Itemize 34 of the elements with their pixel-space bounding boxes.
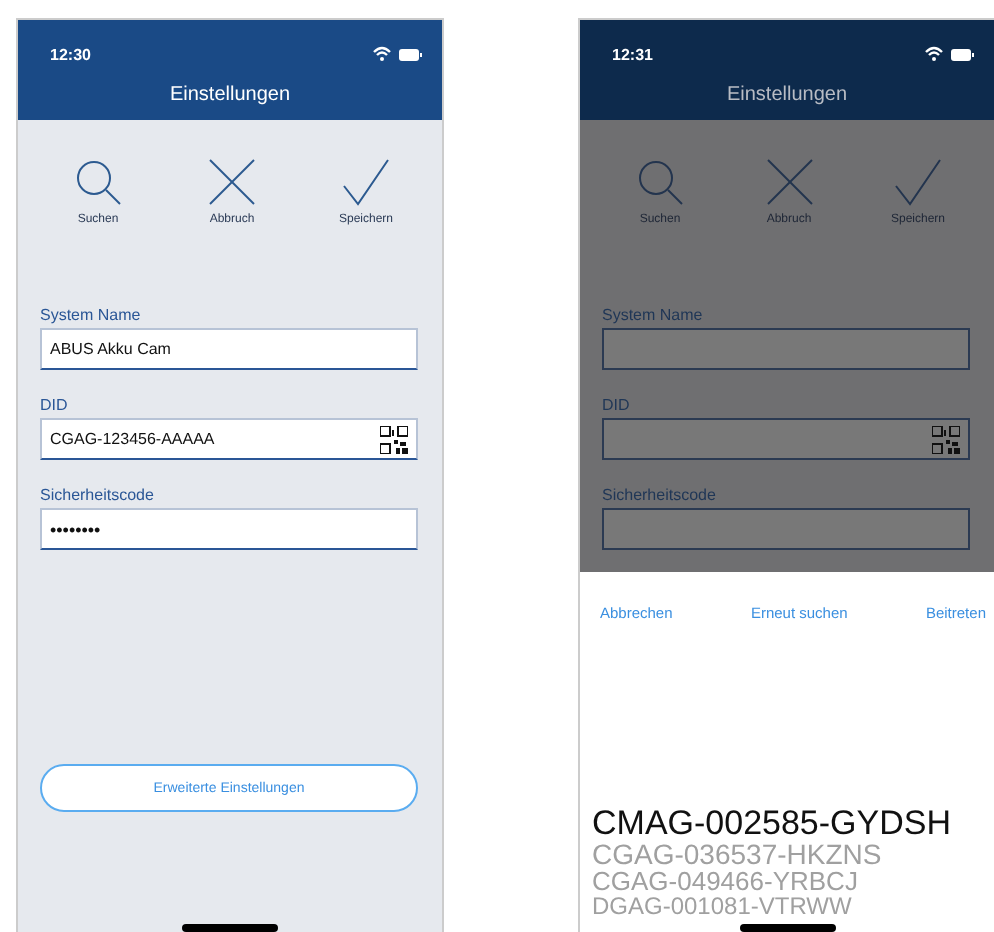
field-label: System Name [602,306,705,324]
battery-icon [950,47,974,61]
picker-item[interactable]: CMAG-002585-GYDSH [592,806,952,840]
search-icon [636,158,684,206]
close-icon [765,158,813,206]
field-label: DID [40,396,70,414]
checkmark-icon [342,158,390,206]
text-field[interactable] [602,418,970,460]
picker-item[interactable]: CGAG-049466-YRBCJ [592,868,858,894]
field-label: Sicherheitscode [602,486,718,504]
status-time: 12:30 [50,45,91,63]
field-label: Sicherheitscode [40,486,156,504]
wifi-icon [372,46,392,62]
text-field[interactable]: ABUS Akku Cam [40,328,418,370]
search-icon [74,158,122,206]
close-icon [208,158,256,206]
battery-icon [398,47,422,61]
wifi-icon [924,46,944,62]
field-label: DID [602,396,632,414]
checkmark-icon [894,158,942,206]
qr-code-icon [380,425,408,453]
status-time: 12:31 [612,45,653,63]
text-field[interactable] [602,328,970,370]
home-indicator [739,924,835,932]
text-field[interactable]: CGAG-123456-AAAAA [40,418,418,460]
password-field[interactable]: •••••••• [40,508,418,550]
picker-item[interactable]: CGAG-036537-HKZNS [592,840,882,868]
screen-title: Einstellungen [167,84,293,106]
home-indicator [182,924,278,932]
password-field[interactable] [602,508,970,550]
screen-title: Einstellungen [724,84,850,106]
qr-code-icon [932,425,960,453]
picker-item[interactable]: DGAG-001081-VTRWW [592,894,852,918]
field-label: System Name [40,306,143,324]
